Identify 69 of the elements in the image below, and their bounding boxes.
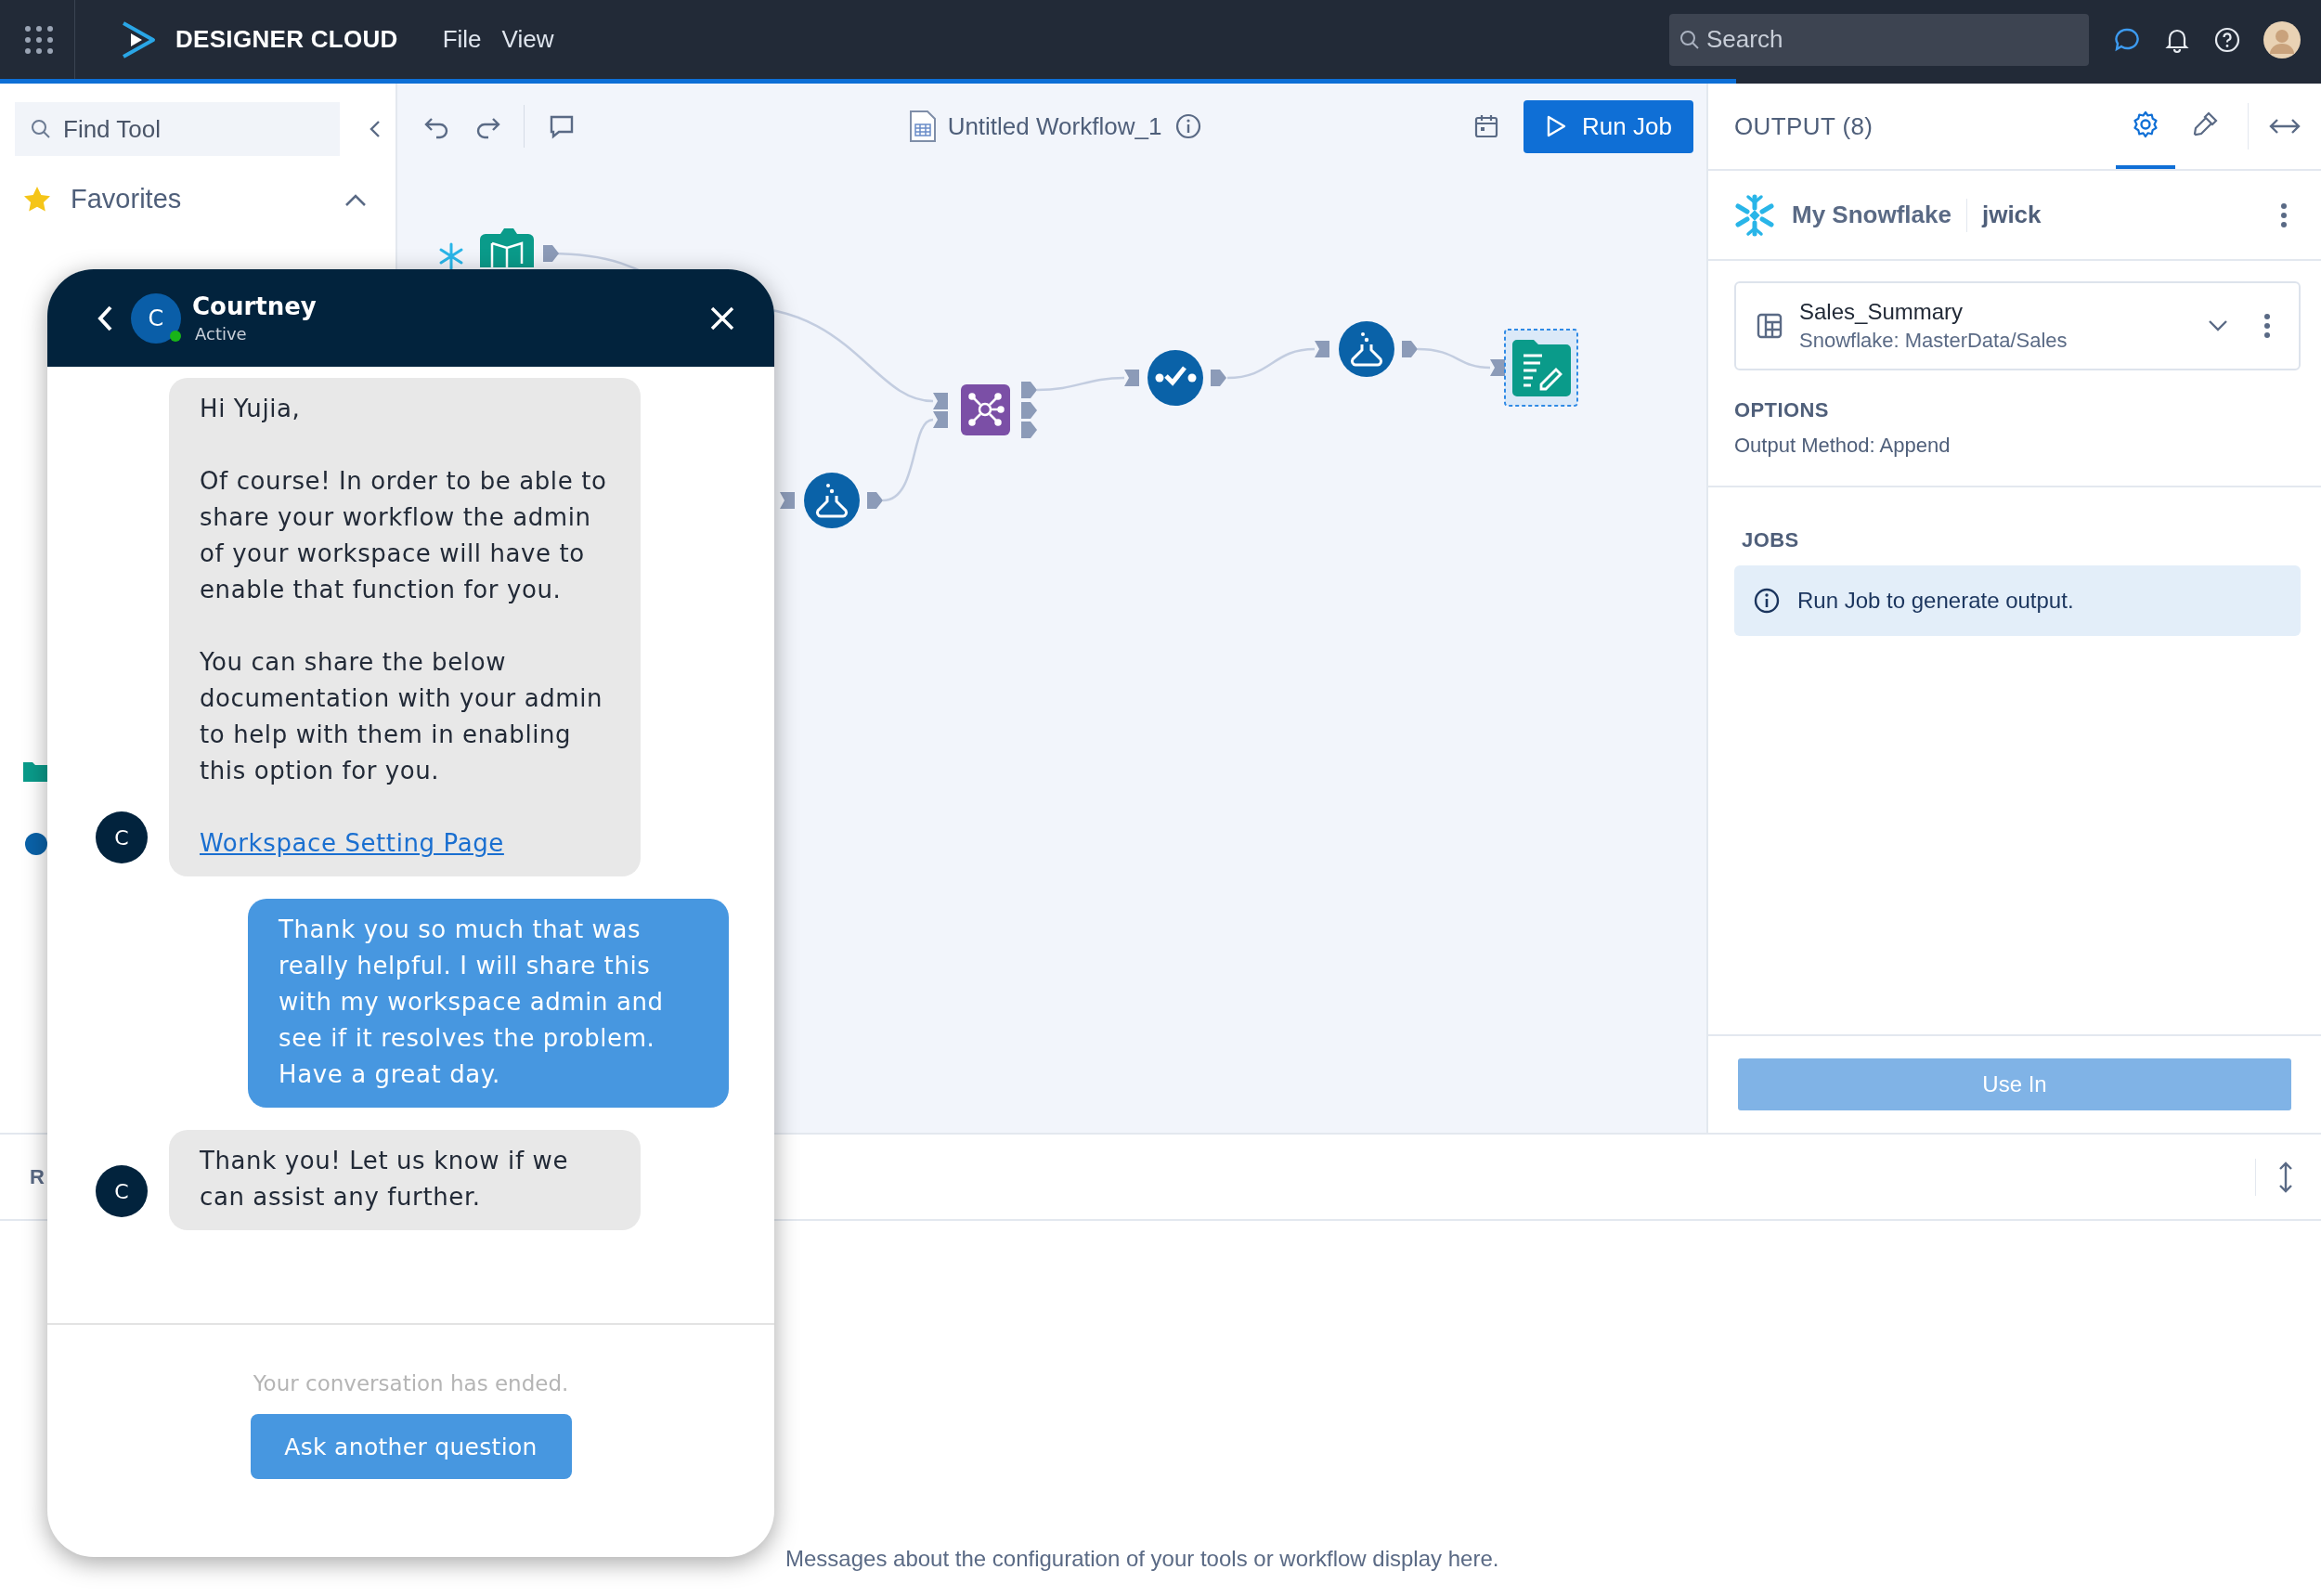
- check-node[interactable]: [1148, 350, 1203, 406]
- agent-status: Active: [195, 324, 248, 344]
- workflow-file-icon: [908, 110, 937, 143]
- message-text: Hi Yujia,: [200, 394, 302, 424]
- output-port[interactable]: [1211, 370, 1226, 386]
- agent-name: Courtney: [192, 292, 318, 320]
- flask-node[interactable]: [804, 473, 860, 528]
- conversation-ended-text: Your conversation has ended.: [253, 1371, 569, 1395]
- output-port[interactable]: [867, 492, 883, 509]
- more-icon[interactable]: [2263, 313, 2271, 339]
- info-text: Run Job to generate output.: [1797, 588, 2074, 614]
- workflow-title[interactable]: Untitled Workflow_1: [947, 111, 1162, 141]
- input-node[interactable]: [480, 228, 534, 269]
- snowflake-icon: [1732, 192, 1777, 238]
- input-port[interactable]: [780, 492, 795, 509]
- table-name: Sales_Summary: [1799, 299, 1964, 325]
- menu-item[interactable]: View: [501, 25, 554, 54]
- close-icon[interactable]: [709, 305, 735, 331]
- ask-question-button[interactable]: Ask another question: [250, 1414, 572, 1479]
- flask-node[interactable]: [1339, 321, 1394, 377]
- table-path: Snowflake: MasterData/Sales: [1799, 329, 2068, 353]
- output-port[interactable]: [1402, 341, 1418, 357]
- option-text: Output Method: Append: [1734, 434, 1951, 458]
- find-tool-field[interactable]: Find Tool: [15, 102, 340, 156]
- avatar-icon[interactable]: [2263, 20, 2301, 58]
- more-icon[interactable]: [2280, 201, 2288, 228]
- output-port[interactable]: [543, 245, 559, 262]
- input-port[interactable]: [933, 411, 948, 428]
- apps-menu-icon[interactable]: [24, 24, 54, 55]
- help-icon[interactable]: [2213, 25, 2241, 54]
- info-icon[interactable]: [1174, 112, 1203, 140]
- output-port[interactable]: [1021, 382, 1037, 398]
- search-icon: [1679, 28, 1701, 51]
- message-link[interactable]: Workspace Setting Page: [200, 829, 504, 857]
- table-icon: [1757, 313, 1783, 339]
- search-icon: [30, 118, 52, 140]
- agent-avatar: C: [131, 292, 181, 344]
- circle-icon: [25, 833, 47, 855]
- output-node[interactable]: [1504, 329, 1578, 407]
- input-port[interactable]: [933, 393, 948, 409]
- search-field[interactable]: Search: [1669, 13, 2089, 66]
- message-text: Thank you! Let us know if we can assist any further.: [200, 1146, 569, 1213]
- play-icon: [1545, 114, 1568, 138]
- info-icon: [1753, 587, 1781, 615]
- output-port[interactable]: [1021, 402, 1037, 419]
- output-port[interactable]: [1021, 422, 1037, 438]
- table-card[interactable]: Sales_Summary Snowflake: MasterData/Sales: [1734, 281, 2301, 370]
- join-node[interactable]: [961, 384, 1010, 435]
- empty-message: Messages about the configuration of your tools or workflow display here.: [785, 1546, 1499, 1572]
- app-name: DESIGNER CLOUD: [175, 25, 398, 54]
- resize-icon[interactable]: [2276, 1160, 2295, 1194]
- message-text: Thank you so much that was really helpful. I will share this with my workspace admin and see if it resolves the problem. Have a great day.: [279, 915, 665, 1090]
- input-port[interactable]: [1315, 341, 1329, 357]
- menu-item[interactable]: File: [442, 25, 482, 54]
- section-heading: JOBS: [1742, 528, 1800, 552]
- folder-icon: [23, 759, 49, 782]
- input-port[interactable]: [1124, 370, 1139, 386]
- run-job-button[interactable]: Run Job: [1524, 99, 1693, 153]
- message-text: You can share the below documentation with your admin to help with them in enabling this option for you.: [200, 647, 604, 786]
- panel-title: OUTPUT (8): [1734, 111, 1874, 141]
- chevron-icon[interactable]: [2208, 319, 2228, 332]
- section-label[interactable]: Favorites: [71, 184, 344, 214]
- section-heading: OPTIONS: [1734, 398, 1830, 422]
- connection-name: My Snowflake: [1792, 201, 1951, 229]
- user-name: jwick: [1981, 201, 2042, 229]
- agent-avatar: C: [96, 811, 148, 863]
- agent-avatar: C: [96, 1165, 148, 1217]
- snowflake-icon: [439, 242, 463, 270]
- message-text: Of course! In order to be able to share your workflow the admin of your workspace will have to enable that function for you.: [200, 466, 608, 605]
